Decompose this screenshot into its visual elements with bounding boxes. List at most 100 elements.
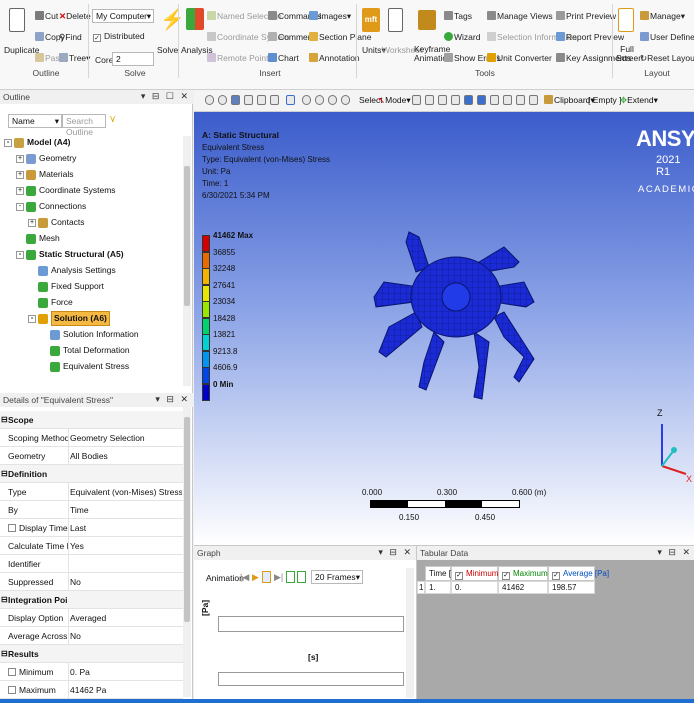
parameter-checkbox[interactable] [8, 524, 16, 532]
details-value[interactable]: Averaged [70, 609, 182, 627]
scroll-thumb[interactable] [184, 417, 190, 622]
column-header-time[interactable]: Time [s] [425, 566, 457, 581]
tree-item[interactable]: + Geometry [16, 152, 76, 165]
full-screen-button[interactable]: Full Screen [616, 45, 643, 63]
comment-button[interactable]: Comment [268, 32, 315, 42]
tree-item[interactable]: Total Deformation [40, 344, 130, 357]
details-row[interactable]: Geometry All Bodies [0, 447, 183, 465]
cores-input[interactable]: 2 [112, 52, 154, 66]
solve-button[interactable]: Solve [157, 45, 178, 55]
print-preview-button[interactable]: Print Preview [556, 11, 616, 21]
select-edge-icon[interactable] [425, 95, 434, 105]
details-row[interactable]: Maximum 41462 Pa [0, 681, 183, 699]
outline-scrollbar[interactable] [183, 136, 191, 386]
play-icon[interactable]: ▶ [252, 572, 259, 583]
tree-item[interactable]: + Coordinate Systems [16, 184, 116, 197]
rotate-icon[interactable] [286, 95, 295, 105]
wizard-button[interactable]: Wizard [444, 32, 480, 42]
animation-forward-icon[interactable]: ▶| [274, 572, 283, 583]
details-row[interactable]: By Time [0, 501, 183, 519]
expand-icon[interactable]: + [28, 218, 36, 227]
tree-button[interactable]: Tree▾ [59, 53, 90, 63]
zoom-box-icon[interactable] [218, 95, 227, 105]
search-options-icon[interactable]: ⋎ [109, 114, 116, 125]
tree-item[interactable]: - Connections [16, 200, 86, 213]
tree-item[interactable]: + Materials [16, 168, 73, 181]
panel-controls[interactable]: ▾ ⊟ ✕ [657, 547, 692, 558]
details-value[interactable]: Yes [70, 537, 182, 555]
manage-button[interactable]: Manage▾ [640, 11, 685, 21]
parameter-checkbox[interactable] [8, 686, 16, 694]
remote-point-button[interactable]: Remote Point [207, 53, 269, 63]
column-header-maximum[interactable]: ✓ Maximum [Pa] [498, 566, 564, 581]
graphics-viewport[interactable]: A: Static Structural Equivalent Stress T… [194, 112, 694, 545]
view-cube-icon[interactable] [231, 95, 240, 105]
frames-select[interactable]: 20 Frames ▾ [311, 570, 363, 584]
column-header-minimum[interactable]: ✓ Minimum [Pa] [451, 566, 515, 581]
parameter-checkbox[interactable] [8, 668, 16, 676]
select-mode-button[interactable]: ↖Mode▾ [378, 95, 411, 106]
cell-minimum[interactable]: 0. [451, 581, 498, 594]
tree-item[interactable]: - Solution (A6) [28, 311, 110, 326]
spider-model[interactable] [364, 227, 544, 427]
details-row[interactable]: Display Option Averaged [0, 609, 183, 627]
details-value[interactable]: Geometry Selection [70, 429, 182, 447]
tags-button[interactable]: Tags [444, 11, 472, 21]
delete-button[interactable]: ✕Delete [59, 11, 91, 21]
tree-item[interactable]: - Static Structural (A5) [16, 248, 124, 261]
select-all-icon[interactable] [503, 95, 512, 105]
cell-maximum[interactable]: 41462 [498, 581, 548, 594]
distributed-frames-icon[interactable] [286, 571, 295, 583]
details-category[interactable]: ⊟Integration Point Results [0, 591, 183, 609]
details-value[interactable]: No [70, 627, 182, 645]
tree-item[interactable]: Equivalent Stress [40, 360, 129, 373]
animation-rewind-icon[interactable]: |◀ [240, 572, 249, 583]
select-node-icon[interactable] [464, 95, 473, 105]
panel-controls[interactable]: ▾ ⊟ ✕ [378, 547, 413, 558]
details-value[interactable]: All Bodies [70, 447, 182, 465]
details-row[interactable]: Scoping Method Geometry Selection [0, 429, 183, 447]
graph-timeline[interactable] [218, 672, 404, 686]
tree-item[interactable]: Solution Information [40, 328, 139, 341]
filter-icon[interactable] [529, 95, 538, 105]
graph-plot-area[interactable] [218, 616, 404, 632]
collapse-icon[interactable]: - [16, 250, 24, 259]
tree-item[interactable]: + Contacts [28, 216, 85, 229]
expand-icon[interactable]: + [16, 186, 24, 195]
result-sets-icon[interactable] [297, 571, 306, 583]
annotation-button[interactable]: Annotation [309, 53, 360, 63]
collapse-icon[interactable]: ⊟ [1, 645, 8, 663]
details-row[interactable]: Type Equivalent (von-Mises) Stress [0, 483, 183, 501]
collapse-icon[interactable]: - [28, 314, 36, 323]
report-preview-button[interactable]: Report Preview [556, 32, 624, 42]
pause-icon[interactable] [262, 571, 271, 583]
details-value[interactable]: 41462 Pa [70, 681, 182, 699]
pick-icon[interactable] [516, 95, 525, 105]
select-element-icon[interactable] [477, 95, 486, 105]
collapse-icon[interactable]: - [4, 138, 12, 147]
user-defined-button[interactable]: User Defined▾ [640, 32, 694, 42]
images-button[interactable]: Images▾ [309, 11, 351, 21]
manage-views-button[interactable]: Manage Views [487, 11, 553, 21]
details-value[interactable]: No [70, 573, 182, 591]
details-row[interactable]: Minimum 0. Pa [0, 663, 183, 681]
search-outline-input[interactable]: Search Outline [62, 114, 106, 137]
reset-layout-button[interactable]: ↻Reset Layout [640, 53, 694, 63]
details-row[interactable]: Average Across BodiesNo [0, 627, 183, 645]
computer-select[interactable]: My Computer ▾ [92, 9, 154, 23]
distributed-checkbox[interactable]: ✓ Distributed [93, 31, 145, 42]
expand-icon[interactable]: + [16, 170, 24, 179]
tree-item[interactable]: Mesh [16, 232, 60, 245]
details-row[interactable]: Display Time Last [0, 519, 183, 537]
select-face-icon[interactable] [438, 95, 447, 105]
keyframe-animation-button[interactable]: Keyframe Animation [414, 45, 452, 63]
section-plane-button[interactable]: Section Plane [309, 32, 371, 42]
tree-item[interactable]: Fixed Support [28, 280, 104, 293]
cell-average[interactable]: 198.57 [548, 581, 595, 594]
select-body-icon[interactable] [451, 95, 460, 105]
panel-controls[interactable]: ▾ ⊟ ☐ ✕ [141, 91, 190, 102]
collapse-icon[interactable]: ⊟ [1, 591, 8, 609]
tree-item[interactable]: - Model (A4) [4, 136, 70, 149]
details-row[interactable]: Suppressed No [0, 573, 183, 591]
cell-time[interactable]: 1. [425, 581, 451, 594]
